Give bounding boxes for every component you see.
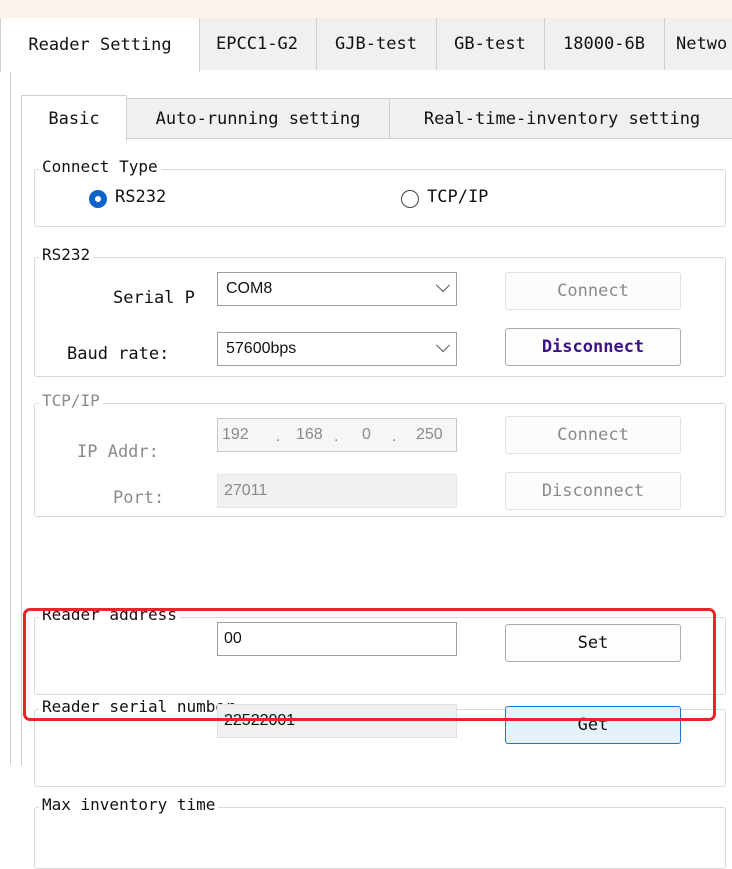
tab-gjb-test[interactable]: GJB-test	[316, 18, 437, 70]
serial-port-value: COM8	[226, 280, 273, 297]
tab-gb-test[interactable]: GB-test	[436, 18, 545, 70]
tcpip-group: TCP/IP IP Addr: 192 . 168 . 0 . 250 Conn…	[34, 391, 726, 517]
reader-serial-field[interactable]: 22522001	[217, 704, 457, 738]
tcpip-legend: TCP/IP	[39, 391, 103, 410]
port-field[interactable]: 27011	[217, 474, 457, 508]
basic-tab-content: Connect Type RS232 TCP/IP RS232 Serial P…	[21, 138, 732, 869]
tab-real-time-inventory-setting[interactable]: Real-time-inventory setting	[389, 98, 732, 139]
outer-tab-bar: Reader Setting EPCC1-G2 GJB-test GB-test…	[0, 18, 732, 72]
reader-serial-legend: Reader serial number	[39, 697, 238, 716]
tab-epcc1-g2[interactable]: EPCC1-G2	[198, 18, 317, 70]
ip-octet-2: 168	[296, 426, 323, 443]
connect-type-legend: Connect Type	[39, 157, 161, 176]
tab-reader-setting[interactable]: Reader Setting	[0, 18, 200, 72]
inner-tab-bar: Basic Auto-running setting Real-time-inv…	[21, 95, 732, 141]
reader-address-legend: Reader address	[39, 605, 180, 624]
ip-octet-4: 250	[416, 426, 443, 443]
max-inventory-legend: Max inventory time	[39, 795, 219, 814]
tab-auto-running-setting[interactable]: Auto-running setting	[125, 98, 391, 139]
tcpip-radio[interactable]	[401, 190, 419, 208]
port-label: Port:	[113, 488, 165, 508]
rs232-connect-button[interactable]: Connect	[505, 272, 681, 310]
rs232-group: RS232 Serial P COM8 Connect Baud rate: 5…	[34, 245, 726, 377]
tcpip-radio-label[interactable]: TCP/IP	[427, 187, 488, 207]
tab-18000-6b[interactable]: 18000-6B	[544, 18, 665, 70]
tab-network[interactable]: Netwo	[664, 18, 732, 70]
serial-port-select[interactable]: COM8	[217, 272, 457, 306]
ip-address-field[interactable]: 192 . 168 . 0 . 250	[217, 418, 457, 452]
chevron-down-icon	[435, 338, 451, 353]
reader-address-input[interactable]: 00	[217, 622, 457, 656]
tcpip-connect-button[interactable]: Connect	[505, 416, 681, 454]
baud-rate-select[interactable]: 57600bps	[217, 332, 457, 366]
serial-port-label: Serial P	[113, 288, 195, 308]
ip-octet-1: 192	[222, 426, 249, 443]
reader-serial-get-button[interactable]: Get	[505, 706, 681, 744]
max-inventory-group: Max inventory time	[34, 795, 726, 869]
reader-setting-panel: Basic Auto-running setting Real-time-inv…	[10, 70, 732, 869]
baud-rate-label: Baud rate:	[67, 344, 170, 364]
ip-dot: .	[392, 428, 397, 445]
tab-basic[interactable]: Basic	[21, 95, 127, 141]
reader-serial-group: Reader serial number 22522001 Get	[34, 697, 726, 787]
rs232-disconnect-button[interactable]: Disconnect	[505, 328, 681, 366]
baud-rate-value: 57600bps	[226, 340, 297, 357]
rs232-legend: RS232	[39, 245, 94, 264]
reader-address-set-button[interactable]: Set	[505, 624, 681, 662]
reader-address-group: Reader address 00 Set	[34, 605, 726, 695]
ip-addr-label: IP Addr:	[77, 442, 159, 462]
chevron-down-icon	[435, 278, 451, 293]
ip-dot: .	[276, 428, 281, 445]
tcpip-disconnect-button[interactable]: Disconnect	[505, 472, 681, 510]
rs232-radio-label[interactable]: RS232	[115, 187, 166, 207]
window-top-strip	[0, 0, 732, 18]
ip-octet-3: 0	[362, 426, 371, 443]
rs232-radio[interactable]	[89, 190, 107, 208]
ip-dot: .	[334, 428, 339, 445]
connect-type-group: Connect Type RS232 TCP/IP	[34, 157, 726, 227]
